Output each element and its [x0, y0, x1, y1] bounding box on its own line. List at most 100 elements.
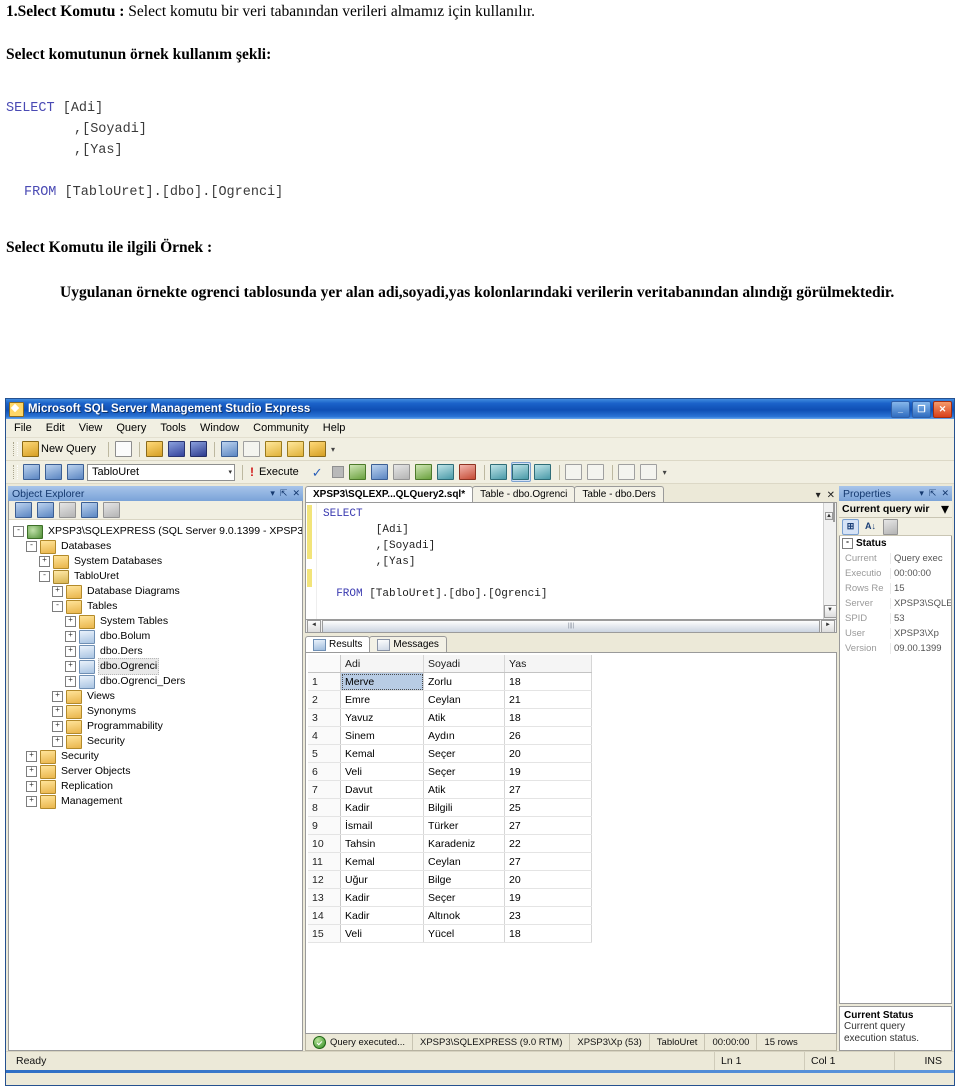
scroll-thumb[interactable] [832, 503, 835, 522]
cell-soyadi[interactable]: Bilge [423, 870, 505, 889]
column-header-yas[interactable]: Yas [504, 655, 592, 673]
tree-node[interactable]: + dbo.Bolum [13, 629, 302, 644]
cell-yas[interactable]: 19 [504, 888, 592, 907]
property-row[interactable]: Current Query exec [840, 551, 951, 566]
results-to-file-button[interactable] [533, 462, 553, 482]
design-query-button[interactable] [370, 462, 390, 482]
cell-adi[interactable]: Davut [340, 780, 424, 799]
cell-adi[interactable]: Sinem [340, 726, 424, 745]
collapse-icon[interactable]: - [13, 526, 24, 537]
cell-yas[interactable]: 26 [504, 726, 592, 745]
specify-values-button[interactable] [392, 462, 412, 482]
include-actual-plan-button[interactable] [414, 462, 434, 482]
tree-node[interactable]: + Management [13, 794, 302, 809]
row-number-cell[interactable]: 12 [308, 870, 341, 889]
new-mdx-query-button[interactable] [263, 439, 283, 459]
open-file-button[interactable] [144, 439, 164, 459]
tree-node[interactable]: + dbo.Ogrenci_Ders [13, 674, 302, 689]
table-row[interactable]: 5 Kemal Seçer 20 [308, 744, 592, 763]
cell-yas[interactable]: 18 [504, 924, 592, 943]
cell-adi[interactable]: Veli [340, 762, 424, 781]
table-row[interactable]: 15 Veli Yücel 18 [308, 924, 592, 943]
row-number-cell[interactable]: 6 [308, 762, 341, 781]
oe-refresh-button[interactable] [79, 501, 99, 520]
oe-disconnect-button[interactable] [35, 501, 55, 520]
table-row[interactable]: 10 Tahsin Karadeniz 22 [308, 834, 592, 853]
cell-yas[interactable]: 25 [504, 798, 592, 817]
tree-node[interactable]: - XPSP3\SQLEXPRESS (SQL Server 9.0.1399 -… [13, 524, 302, 539]
scroll-thumb[interactable]: |||| [322, 619, 820, 633]
tree-node[interactable]: + System Databases [13, 554, 302, 569]
scroll-down-icon[interactable]: ▼ [823, 605, 837, 618]
properties-grid[interactable]: - Status Current Query exec Executio 00:00:… [839, 536, 952, 1004]
sql-editor-code[interactable]: SELECT [Adi] ,[Soyadi] ,[Yas] FROM [Tabl… [317, 503, 823, 619]
table-row[interactable]: 12 Uğur Bilge 20 [308, 870, 592, 889]
tree-node[interactable]: + Synonyms [13, 704, 302, 719]
menu-item-help[interactable]: Help [323, 422, 346, 434]
cell-soyadi[interactable]: Zorlu [423, 672, 505, 691]
tree-node[interactable]: + Views [13, 689, 302, 704]
expand-icon[interactable]: + [52, 721, 63, 732]
toolbar-grip[interactable] [13, 465, 18, 479]
property-row[interactable]: Version 09.00.1399 [840, 641, 951, 656]
row-number-cell[interactable]: 2 [308, 690, 341, 709]
table-row[interactable]: 3 Yavuz Atik 18 [308, 708, 592, 727]
close-icon[interactable]: ✕ [292, 489, 300, 498]
tree-node[interactable]: + dbo.Ogrenci [13, 658, 302, 675]
column-header-soyadi[interactable]: Soyadi [423, 655, 505, 673]
object-explorer-tree[interactable]: - XPSP3\SQLEXPRESS (SQL Server 9.0.1399 -… [9, 520, 302, 809]
tree-node[interactable]: - Databases [13, 539, 302, 554]
menu-item-tools[interactable]: Tools [160, 422, 186, 434]
tree-node[interactable]: + Security [13, 749, 302, 764]
results-grid[interactable]: Adi Soyadi Yas 1 Merve Zorlu 18 2 Emre Ceylan 2… [305, 652, 837, 1034]
row-number-cell[interactable]: 3 [308, 708, 341, 727]
cell-yas[interactable]: 19 [504, 762, 592, 781]
menu-item-window[interactable]: Window [200, 422, 239, 434]
row-number-cell[interactable]: 8 [308, 798, 341, 817]
collapse-icon[interactable]: - [52, 601, 63, 612]
collapse-icon[interactable]: - [26, 541, 37, 552]
row-number-cell[interactable]: 4 [308, 726, 341, 745]
table-row[interactable]: 7 Davut Atik 27 [308, 780, 592, 799]
tree-node[interactable]: + dbo.Ders [13, 644, 302, 659]
new-file-button[interactable] [113, 439, 133, 459]
auto-hide-pin-icon[interactable]: ⇱ [280, 489, 288, 498]
messages-tab[interactable]: Messages [369, 636, 447, 652]
toolbar-grip[interactable] [13, 442, 18, 456]
cell-adi[interactable]: Merve [340, 672, 424, 691]
cell-adi[interactable]: Yavuz [340, 708, 424, 727]
table-row[interactable]: 2 Emre Ceylan 21 [308, 690, 592, 709]
cell-yas[interactable]: 27 [504, 816, 592, 835]
close-button[interactable]: ✕ [933, 401, 952, 418]
expand-icon[interactable]: + [65, 616, 76, 627]
collapse-icon[interactable]: - [842, 538, 853, 549]
tab-close-icon[interactable]: ✕ [827, 491, 835, 501]
save-button[interactable] [166, 439, 186, 459]
tree-node[interactable]: - Tables [13, 599, 302, 614]
cell-yas[interactable]: 20 [504, 870, 592, 889]
tree-node[interactable]: - TabloUret [13, 569, 302, 584]
chevron-down-icon[interactable]: ▾ [919, 489, 924, 498]
new-query-button[interactable]: New Query [21, 439, 102, 459]
cell-soyadi[interactable]: Karadeniz [423, 834, 505, 853]
cell-soyadi[interactable]: Türker [423, 816, 505, 835]
database-combo[interactable]: TabloUret ▾ [87, 463, 235, 481]
row-number-cell[interactable]: 10 [308, 834, 341, 853]
tree-node[interactable]: + System Tables [13, 614, 302, 629]
results-to-text-button[interactable] [489, 462, 509, 482]
property-row[interactable]: User XPSP3\Xp [840, 626, 951, 641]
row-number-cell[interactable]: 11 [308, 852, 341, 871]
expand-icon[interactable]: + [52, 586, 63, 597]
cell-adi[interactable]: Uğur [340, 870, 424, 889]
connect-button[interactable] [21, 462, 41, 482]
table-row[interactable]: 6 Veli Seçer 19 [308, 762, 592, 781]
cell-adi[interactable]: Kadir [340, 906, 424, 925]
cell-yas[interactable]: 23 [504, 906, 592, 925]
new-dmx-query-button[interactable] [285, 439, 305, 459]
close-icon[interactable]: ✕ [941, 489, 949, 498]
cell-adi[interactable]: Emre [340, 690, 424, 709]
row-number-cell[interactable]: 9 [308, 816, 341, 835]
cell-soyadi[interactable]: Atik [423, 708, 505, 727]
cancel-query-icon[interactable] [331, 466, 344, 478]
row-number-cell[interactable]: 13 [308, 888, 341, 907]
